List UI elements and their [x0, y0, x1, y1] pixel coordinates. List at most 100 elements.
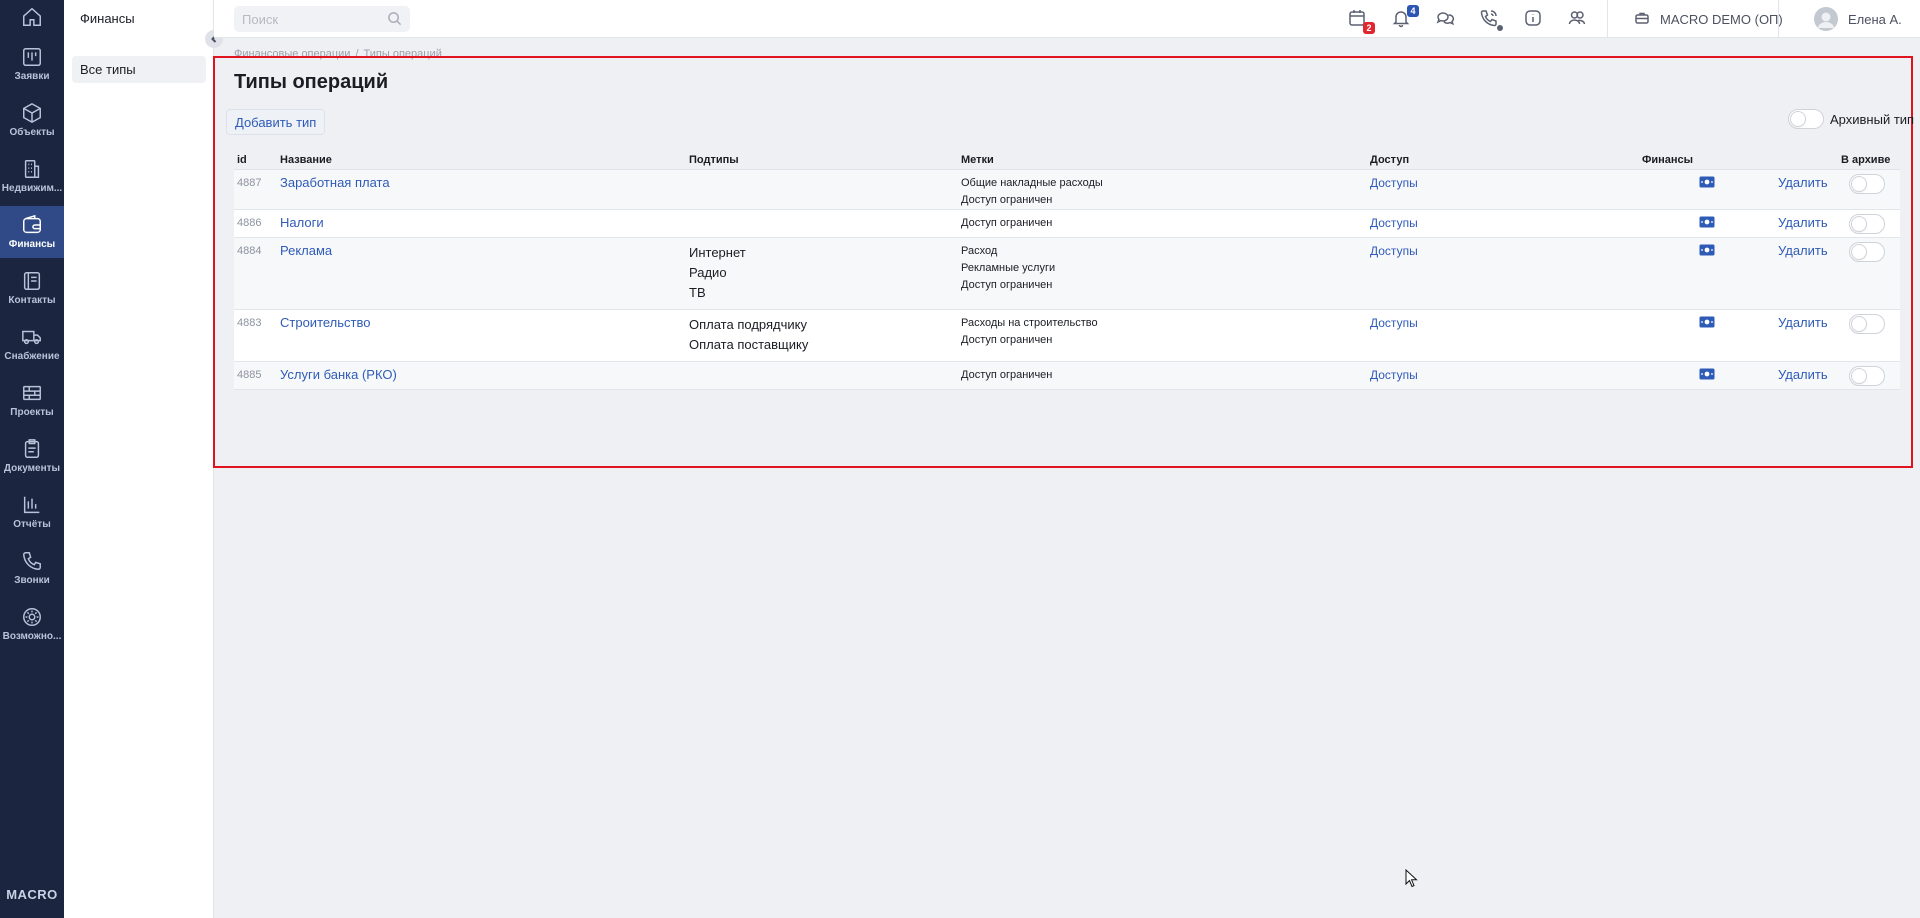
access-link[interactable]: Доступы [1370, 368, 1418, 382]
tag-item: Доступ ограничен [961, 194, 1053, 206]
topbar-divider [1778, 0, 1779, 38]
calls-status-dot [1497, 25, 1503, 31]
search-input[interactable] [234, 6, 374, 32]
type-name-link[interactable]: Заработная плата [280, 175, 390, 190]
rail-item-7[interactable]: Документы [0, 430, 64, 482]
phone-icon [1479, 10, 1499, 32]
search-box[interactable] [234, 6, 410, 32]
archive-toggle[interactable] [1849, 314, 1885, 337]
notifications-button[interactable]: 4 [1391, 5, 1419, 30]
toggle-switch[interactable] [1849, 174, 1885, 194]
archive-toggle[interactable] [1849, 366, 1885, 389]
type-name-link[interactable]: Реклама [280, 243, 332, 258]
contacts-icon [21, 270, 43, 292]
chat-button[interactable] [1435, 8, 1457, 30]
home-button[interactable] [0, 0, 64, 38]
row-id: 4885 [237, 369, 262, 381]
rail-item-label: Отчёты [13, 519, 51, 530]
table-row: 4885 Услуги банка (РКО) Доступ ограничен До… [234, 362, 1900, 390]
archive-filter-toggle[interactable] [1788, 109, 1824, 129]
subtype-item: Интернет [689, 245, 746, 260]
wallet-icon [21, 214, 43, 236]
gear-icon [21, 606, 43, 628]
subtype-item: ТВ [689, 285, 706, 300]
rail-item-8[interactable]: Отчёты [0, 486, 64, 538]
toggle-switch[interactable] [1849, 242, 1885, 262]
rail-item-label: Возможно... [2, 631, 62, 642]
delete-link[interactable]: Удалить [1778, 367, 1828, 382]
page-title: Типы операций [234, 71, 389, 93]
access-link[interactable]: Доступы [1370, 316, 1418, 330]
section-title: Финансы [80, 11, 135, 26]
sidebar-item-all-types[interactable]: Все типы [72, 56, 206, 83]
calendar-badge: 2 [1363, 22, 1375, 34]
team-button[interactable] [1567, 8, 1589, 30]
truck-icon [21, 326, 43, 348]
rail-item-4[interactable]: Контакты [0, 262, 64, 314]
column-finance: Финансы [1642, 154, 1694, 166]
row-id: 4887 [237, 177, 262, 189]
bricks-icon [21, 382, 43, 404]
toggle-switch[interactable] [1849, 214, 1885, 234]
add-type-button[interactable]: Добавить тип [226, 109, 326, 135]
tag-item: Общие накладные расходы [961, 177, 1103, 189]
type-name-link[interactable]: Услуги банка (РКО) [280, 367, 397, 382]
info-button[interactable] [1523, 8, 1545, 30]
section-sidebar: Финансы Все типы [64, 0, 214, 918]
delete-link[interactable]: Удалить [1778, 243, 1828, 258]
rail-item-1[interactable]: Объекты [0, 94, 64, 146]
cash-icon[interactable] [1699, 216, 1715, 231]
column-id: id [237, 154, 247, 166]
archive-toggle[interactable] [1849, 214, 1885, 237]
archive-filter[interactable]: Архивный тип [1788, 109, 1914, 129]
bar-chart-icon [21, 494, 43, 516]
access-link[interactable]: Доступы [1370, 216, 1418, 230]
tags-list: Расход Рекламные услуги Доступ ограничен [961, 243, 1055, 294]
briefcase-icon [1634, 10, 1650, 29]
row-id: 4884 [237, 245, 262, 257]
archive-toggle[interactable] [1849, 242, 1885, 265]
rail-item-2[interactable]: Недвижим... [0, 150, 64, 202]
rail-item-10[interactable]: Возможно... [0, 598, 64, 650]
notifications-badge: 4 [1407, 5, 1419, 17]
archive-filter-label: Архивный тип [1830, 111, 1915, 127]
rail-item-9[interactable]: Звонки [0, 542, 64, 594]
chat-icon [1435, 12, 1455, 32]
delete-link[interactable]: Удалить [1778, 315, 1828, 330]
cash-icon[interactable] [1699, 368, 1715, 383]
user-menu[interactable]: Елена А. [1814, 0, 1902, 38]
search-icon[interactable] [387, 11, 402, 31]
company-selector[interactable]: MACRO DEMO (ОП) [1634, 0, 1783, 38]
subtypes-list: Интернет Радио ТВ [689, 243, 746, 303]
column-access: Доступ [1370, 154, 1410, 166]
rail-item-label: Контакты [8, 295, 56, 306]
calls-button[interactable] [1479, 8, 1503, 32]
home-icon [21, 6, 43, 33]
table-header: id Название Подтипы Метки Доступ Финансы… [234, 152, 1900, 170]
calendar-button[interactable]: 2 [1347, 8, 1375, 34]
access-link[interactable]: Доступы [1370, 244, 1418, 258]
tag-item: Доступ ограничен [961, 369, 1053, 381]
cash-icon[interactable] [1699, 316, 1715, 331]
type-name-link[interactable]: Строительство [280, 315, 370, 330]
kanban-icon [21, 46, 43, 68]
toggle-switch[interactable] [1849, 366, 1885, 386]
delete-link[interactable]: Удалить [1778, 175, 1828, 190]
type-name-link[interactable]: Налоги [280, 215, 324, 230]
rail-item-label: Объекты [9, 127, 55, 138]
toggle-switch[interactable] [1849, 314, 1885, 334]
tag-item: Доступ ограничен [961, 279, 1053, 291]
rail-item-5[interactable]: Снабжение [0, 318, 64, 370]
cash-icon[interactable] [1699, 176, 1715, 191]
archive-toggle[interactable] [1849, 174, 1885, 197]
access-link[interactable]: Доступы [1370, 176, 1418, 190]
rail-item-label: Проекты [10, 407, 54, 418]
cash-icon[interactable] [1699, 244, 1715, 259]
top-bar: 2 4 MACRO DEMO (ОП) [214, 0, 1920, 38]
rail-item-0[interactable]: Заявки [0, 38, 64, 90]
rail-item-6[interactable]: Проекты [0, 374, 64, 426]
delete-link[interactable]: Удалить [1778, 215, 1828, 230]
rail-item-label: Недвижим... [1, 183, 63, 194]
rail-item-3[interactable]: Финансы [0, 206, 64, 258]
tags-list: Доступ ограничен [961, 215, 1052, 232]
